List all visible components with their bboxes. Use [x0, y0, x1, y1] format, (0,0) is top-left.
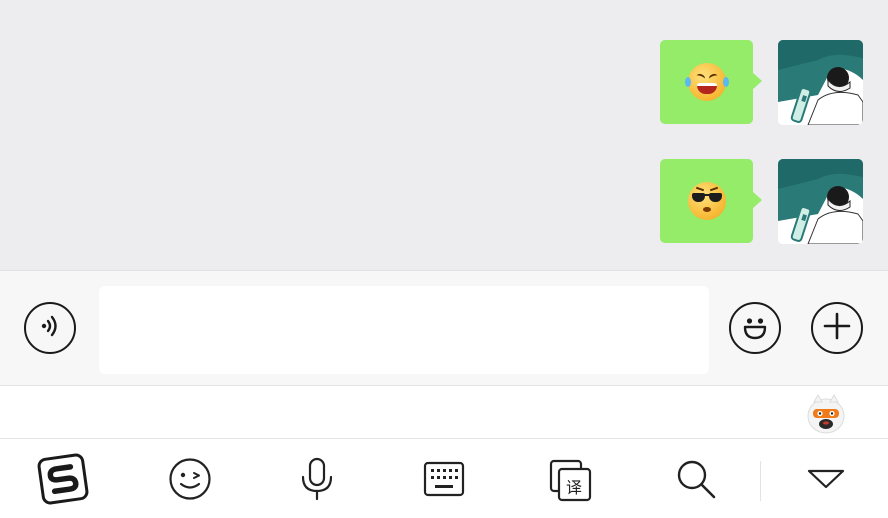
ime-mascot-icon[interactable]: [806, 392, 846, 434]
chat-message-area[interactable]: [0, 0, 888, 270]
chat-screen: 译: [0, 0, 888, 518]
microphone-icon: [297, 456, 337, 507]
cool-sunglasses-emoji-icon: [687, 182, 726, 220]
keyboard-toolbar: 译: [0, 439, 888, 518]
message-bubble[interactable]: [660, 40, 762, 124]
sogou-logo-button[interactable]: [37, 453, 89, 507]
translate-glyph: 译: [566, 478, 583, 497]
keyboard-icon: [423, 460, 465, 503]
message-row: [660, 158, 863, 244]
emoji-face-button[interactable]: [164, 455, 216, 507]
message-row: [660, 39, 863, 125]
message-input-bar: [0, 270, 888, 385]
smiley-icon: [738, 309, 772, 348]
translate-button[interactable]: 译: [545, 455, 597, 507]
voice-typing-button[interactable]: [291, 455, 343, 507]
emoji-picker-button[interactable]: [729, 302, 781, 354]
search-icon: [674, 457, 718, 506]
sogou-logo-icon: [36, 452, 90, 511]
voice-input-button[interactable]: [24, 302, 76, 354]
toolbar-divider: [760, 461, 761, 501]
message-bubble[interactable]: [660, 159, 762, 243]
emoji-face-icon: [168, 457, 212, 506]
avatar[interactable]: [778, 158, 863, 244]
hide-keyboard-button[interactable]: [800, 455, 852, 507]
message-text-input[interactable]: [99, 286, 709, 374]
translate-icon: 译: [549, 459, 593, 503]
avatar[interactable]: [778, 39, 863, 125]
plus-icon: [822, 311, 852, 346]
hide-keyboard-icon: [806, 467, 846, 496]
laughing-tears-emoji-icon: [684, 63, 729, 101]
keyboard-switch-button[interactable]: [418, 455, 470, 507]
search-button[interactable]: [670, 455, 722, 507]
more-options-button[interactable]: [811, 302, 863, 354]
voice-wave-icon: [35, 311, 65, 346]
ime-candidate-strip: [0, 385, 888, 439]
